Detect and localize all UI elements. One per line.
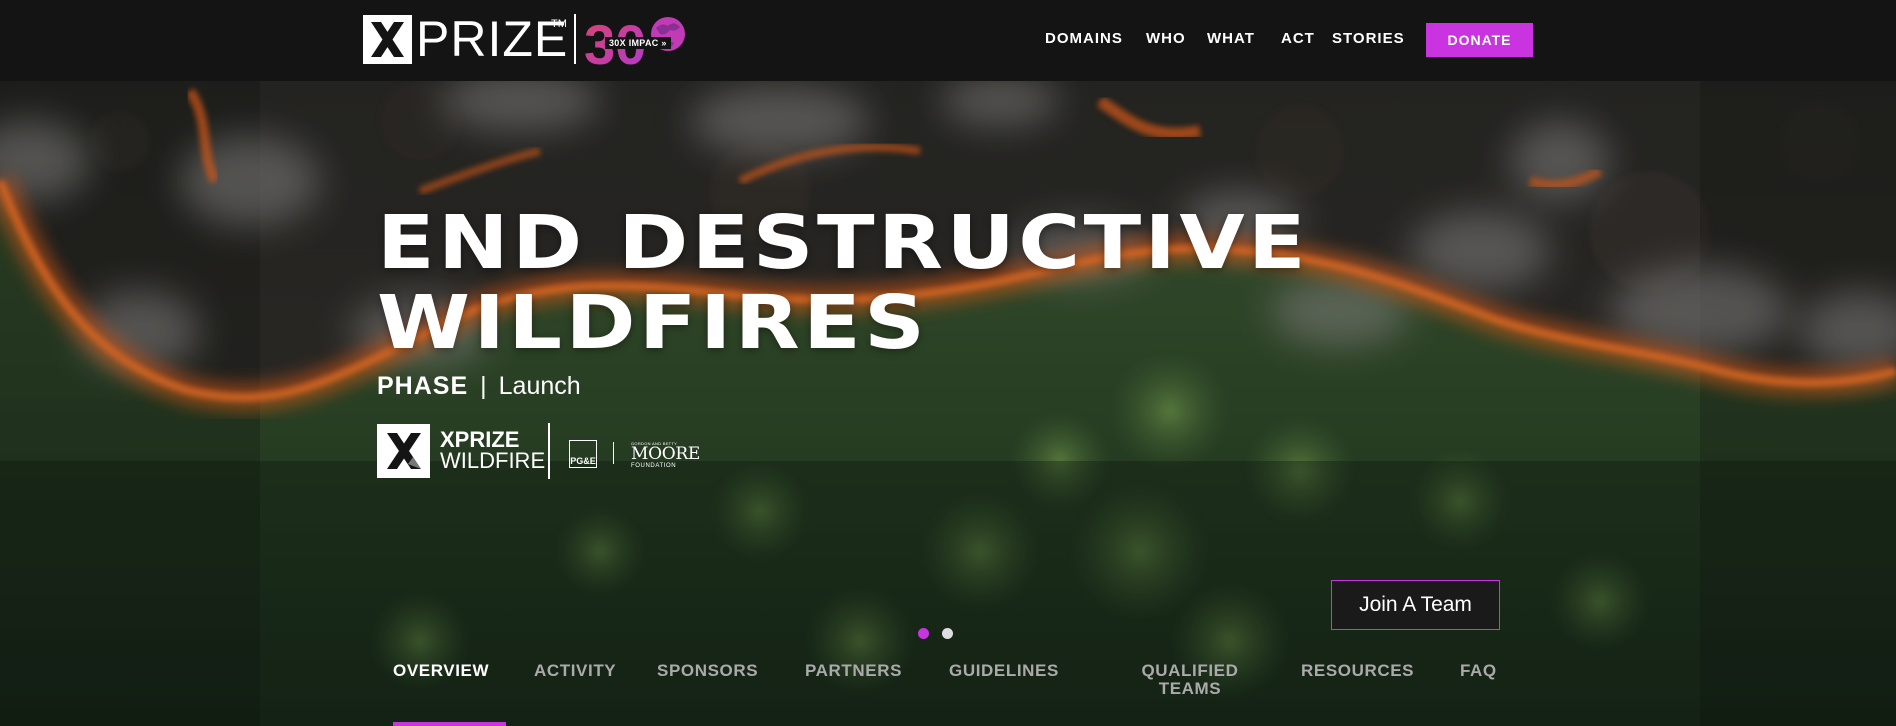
partner-logos: XPRIZE WILDFIRE PG&E GORDON AND BETTY MO… — [377, 423, 707, 481]
tab-guidelines[interactable]: GUIDELINES — [949, 662, 1059, 680]
tab-activity[interactable]: ACTIVITY — [534, 662, 616, 680]
nav-domains[interactable]: DOMAINS — [1045, 31, 1123, 47]
phase-value: Launch — [498, 372, 581, 400]
hero-section: END DESTRUCTIVE WILDFIRES PHASE | Launch X… — [0, 81, 1896, 726]
moore-foundation-bottom-text: FOUNDATION — [631, 463, 677, 469]
tab-faq[interactable]: FAQ — [1460, 662, 1497, 680]
top-navigation-bar: PRIZE TM 30 30X IMPAC » DOMAINS WHO WHAT… — [0, 0, 1896, 81]
pge-logo: PG&E — [569, 440, 597, 468]
wildfire-logo-line-2: WILDFIRE — [440, 448, 546, 473]
tab-partners[interactable]: PARTNERS — [805, 662, 902, 680]
nav-stories[interactable]: STORIES — [1332, 31, 1405, 47]
tab-qualified-teams[interactable]: QUALIFIED TEAMS — [1128, 662, 1252, 698]
logo-divider — [574, 14, 576, 64]
tab-overview[interactable]: OVERVIEW — [393, 662, 489, 680]
nav-who[interactable]: WHO — [1146, 31, 1186, 47]
anniversary-tag: 30X IMPAC » — [605, 37, 671, 49]
phase-separator: | — [480, 372, 487, 400]
join-a-team-button[interactable]: Join A Team — [1331, 580, 1500, 630]
phase-indicator: PHASE | Launch — [377, 371, 581, 401]
xprize-wildfire-logo-text: XPRIZE WILDFIRE — [440, 427, 546, 473]
carousel-dot-1[interactable] — [918, 628, 929, 639]
phase-label: PHASE — [377, 372, 469, 400]
active-tab-indicator — [393, 722, 506, 726]
trademark-symbol: TM — [551, 18, 567, 30]
xprize-wordmark: PRIZE — [416, 11, 569, 67]
hero-title-line-1: END DESTRUCTIVE — [377, 200, 1310, 286]
carousel-dot-2[interactable] — [942, 628, 953, 639]
xprize-wildfire-x-icon — [377, 424, 430, 478]
hero-title: END DESTRUCTIVE WILDFIRES — [377, 203, 1309, 363]
tab-resources[interactable]: RESOURCES — [1301, 662, 1414, 680]
partner-divider-2 — [613, 442, 614, 464]
nav-what[interactable]: WHAT — [1207, 31, 1255, 47]
moore-foundation-name: MOORE — [631, 444, 700, 464]
wildfire-logo-line-1: XPRIZE — [440, 427, 520, 452]
donate-button[interactable]: DONATE — [1426, 23, 1533, 57]
tab-sponsors[interactable]: SPONSORS — [657, 662, 758, 680]
hero-title-line-2: WILDFIRES — [377, 280, 929, 366]
x-logo-icon — [363, 15, 412, 64]
nav-act[interactable]: ACT — [1281, 31, 1315, 47]
partner-divider-1 — [548, 423, 550, 479]
